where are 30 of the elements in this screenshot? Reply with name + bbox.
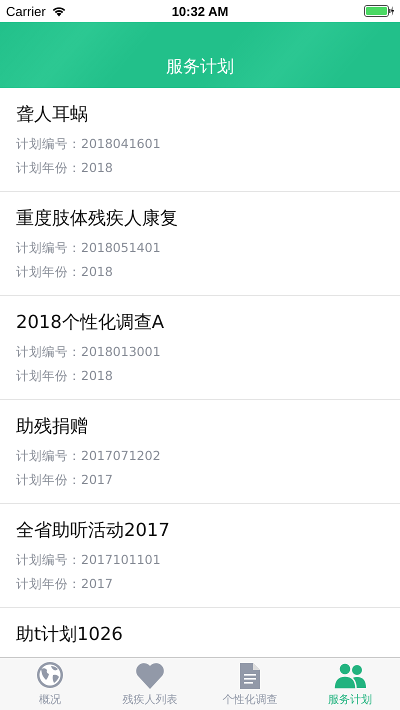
carrier-label: Carrier xyxy=(6,4,46,18)
plan-title: 助t计划1026 xyxy=(16,623,123,646)
plan-number: 计划编号：2018013001 xyxy=(16,343,161,361)
clock-time: 10:32 AM xyxy=(172,4,228,18)
plan-number: 计划编号：2017101101 xyxy=(16,551,161,569)
plan-number: 计划编号：2018041601 xyxy=(16,135,161,153)
plan-year: 计划年份：2018 xyxy=(16,367,113,385)
plan-year: 计划年份：2017 xyxy=(16,575,113,593)
plan-year: 计划年份：2017 xyxy=(16,471,113,489)
plan-title: 全省助听活动2017 xyxy=(16,519,170,542)
plan-list-item[interactable]: 助残捐赠 计划编号：2017071202 计划年份：2017 xyxy=(0,400,400,504)
plan-year: 计划年份：2018 xyxy=(16,263,113,281)
people-icon xyxy=(333,662,367,690)
plan-title: 助残捐赠 xyxy=(16,415,88,438)
plan-title: 重度肢体残疾人康复 xyxy=(16,207,178,230)
plan-list-item[interactable]: 重度肢体残疾人康复 计划编号：2018051401 计划年份：2018 xyxy=(0,192,400,296)
globe-icon xyxy=(35,660,65,690)
plan-list-item[interactable]: 全省助听活动2017 计划编号：2017101101 计划年份：2017 xyxy=(0,504,400,608)
page-title: 服务计划 xyxy=(166,56,234,78)
plan-number: 计划编号：2018051401 xyxy=(16,239,161,257)
plan-list-item[interactable]: 2018个性化调查A 计划编号：2018013001 计划年份：2018 xyxy=(0,296,400,400)
plan-year: 计划年份：2018 xyxy=(16,159,113,177)
plan-title: 2018个性化调查A xyxy=(16,311,164,334)
wifi-icon xyxy=(50,5,67,17)
plan-title: 聋人耳蜗 xyxy=(16,103,88,126)
plan-list-item[interactable]: 聋人耳蜗 计划编号：2018041601 计划年份：2018 xyxy=(0,88,400,192)
heart-icon xyxy=(135,662,165,690)
document-icon xyxy=(239,662,261,690)
battery-icon xyxy=(364,5,394,17)
plan-number: 计划编号：2017071202 xyxy=(16,447,161,465)
